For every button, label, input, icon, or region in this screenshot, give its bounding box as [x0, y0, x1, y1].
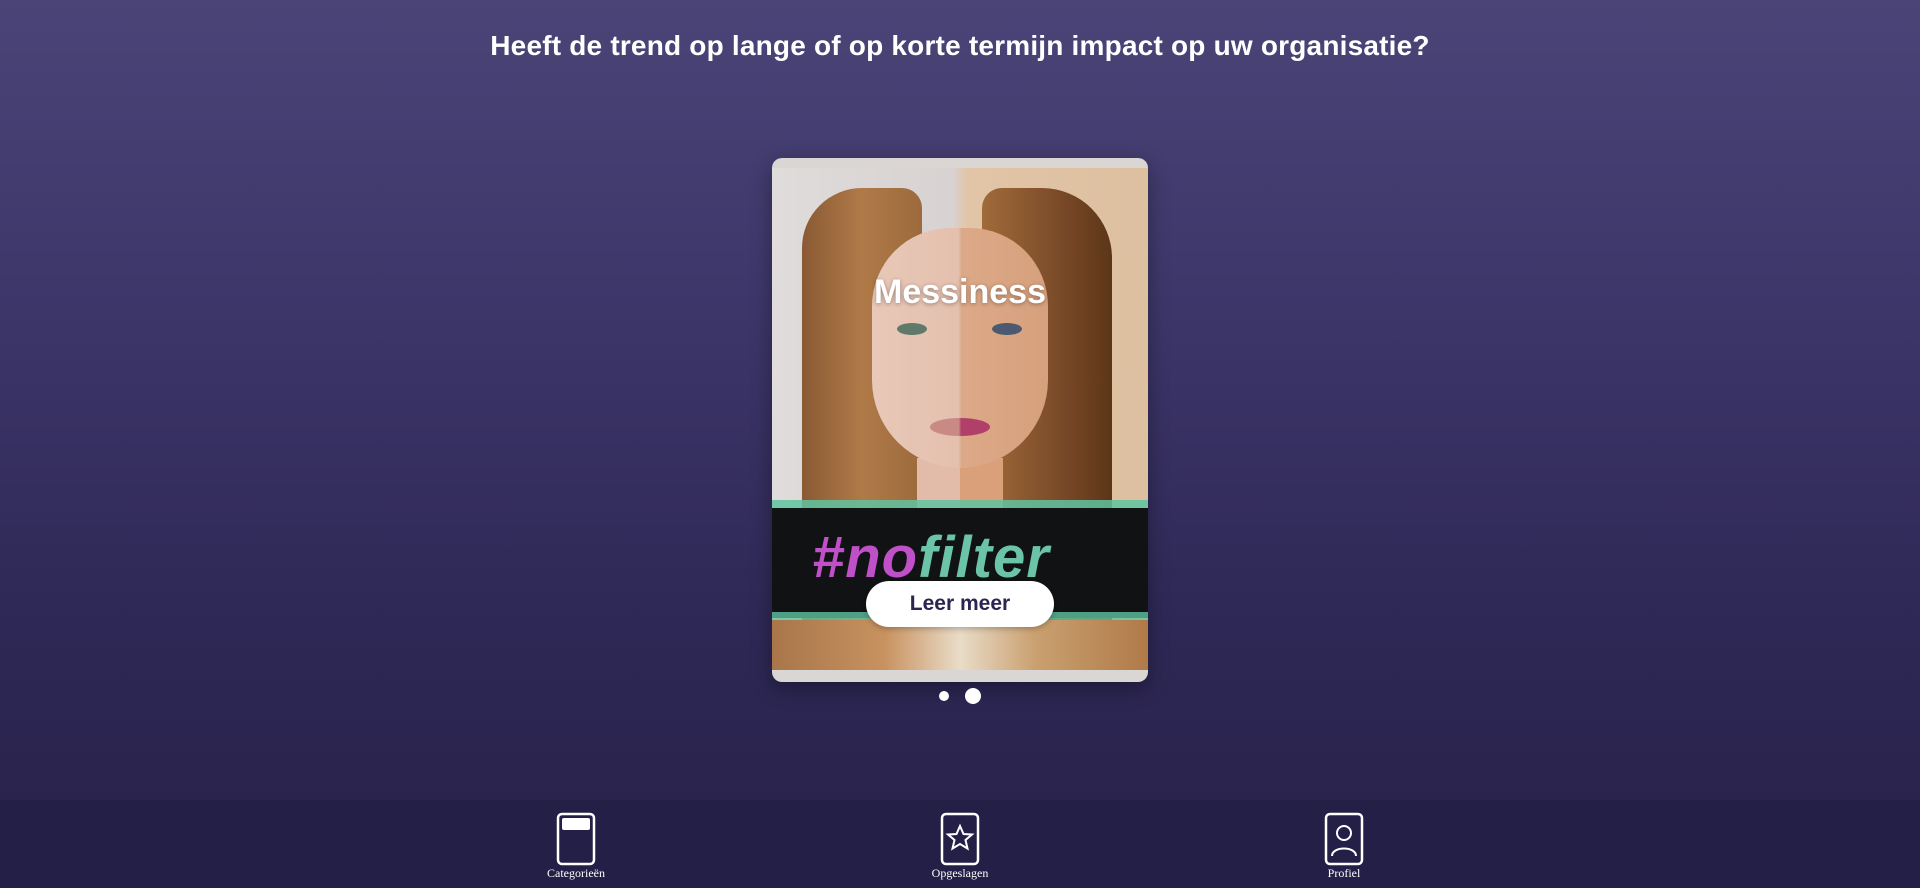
nav-label-categories: Categorieën	[547, 866, 605, 880]
nav-item-categories[interactable]: Categorieën	[496, 812, 656, 881]
nav-item-saved[interactable]: Opgeslagen	[880, 812, 1040, 881]
page-question: Heeft de trend op lange of op korte term…	[490, 30, 1430, 61]
learn-more-button[interactable]: Leer meer	[866, 581, 1054, 627]
bottom-navigation: Categorieën Opgeslagen Profiel	[0, 800, 1920, 888]
pagination-dot-1[interactable]	[939, 691, 949, 701]
pagination-dot-2-active[interactable]	[965, 688, 981, 704]
carousel-pagination	[0, 688, 1920, 704]
card-title: Messiness	[874, 273, 1046, 311]
trend-card[interactable]: #nofilter Messiness Leer meer	[772, 158, 1148, 682]
nav-label-saved: Opgeslagen	[931, 866, 989, 880]
star-card-icon	[940, 812, 980, 866]
card-icon	[556, 812, 596, 866]
profile-card-icon	[1324, 812, 1364, 866]
nav-label-profile: Profiel	[1327, 866, 1361, 880]
nav-item-profile[interactable]: Profiel	[1264, 812, 1424, 881]
